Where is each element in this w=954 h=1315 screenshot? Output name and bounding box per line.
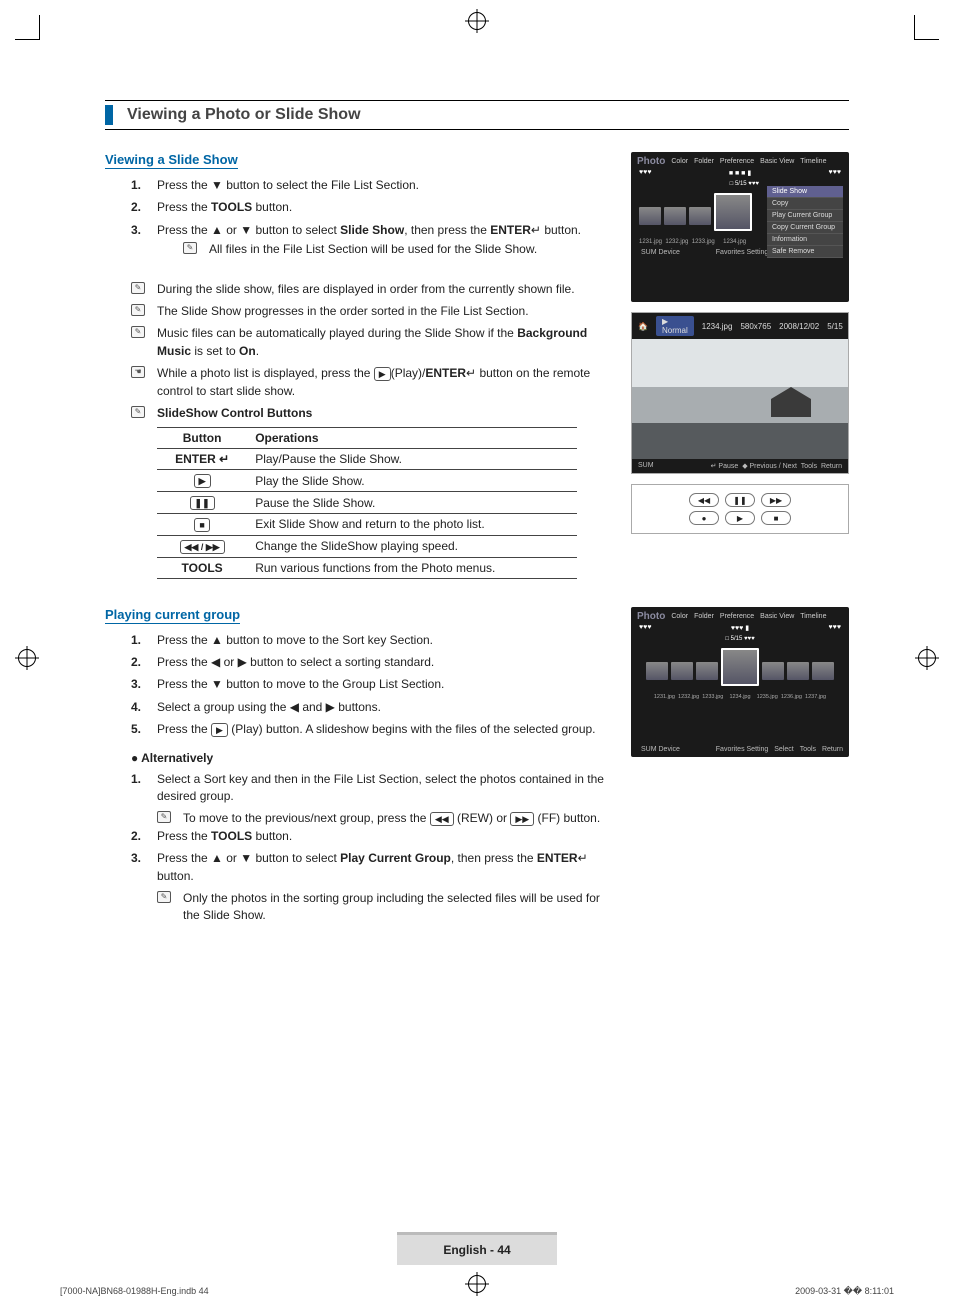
section-header: Viewing a Photo or Slide Show: [105, 100, 849, 130]
subheading-playgroup: Playing current group: [105, 607, 240, 624]
notes-slideshow: ✎During the slide show, files are displa…: [131, 281, 613, 423]
col-operations: Operations: [247, 428, 577, 449]
section-title: Viewing a Photo or Slide Show: [127, 106, 361, 124]
page-footer: English - 44: [397, 1232, 557, 1265]
col-button: Button: [157, 428, 247, 449]
steps-slideshow: 1.Press the ▼ button to select the File …: [131, 177, 613, 259]
screenshot-photo-group: Photo Color Folder Preference Basic View…: [631, 607, 849, 757]
control-table: Button Operations ENTER ↵Play/Pause the …: [157, 427, 577, 578]
preview-screenshot: 🏠 ▶ Normal 1234.jpg 580x765 2008/12/02 5…: [631, 312, 849, 474]
print-metadata: [7000-NA]BN68-01988H-Eng.indb 44 2009-03…: [60, 1286, 894, 1297]
context-menu: Slide Show Copy Play Current Group Copy …: [767, 186, 843, 258]
screenshot-photo-menu: Photo Color Folder Preference Basic View…: [631, 152, 849, 302]
page-content: Viewing a Photo or Slide Show Viewing a …: [0, 0, 954, 985]
remote-pad: ◀◀ ❚❚ ▶▶ ● ▶ ■: [631, 484, 849, 534]
steps-alternatively: 1.Select a Sort key and then in the File…: [131, 771, 613, 925]
alternatively-label: Alternatively: [131, 751, 613, 765]
steps-playgroup: 1.Press the ▲ button to move to the Sort…: [131, 632, 613, 739]
subheading-slideshow: Viewing a Slide Show: [105, 152, 238, 169]
